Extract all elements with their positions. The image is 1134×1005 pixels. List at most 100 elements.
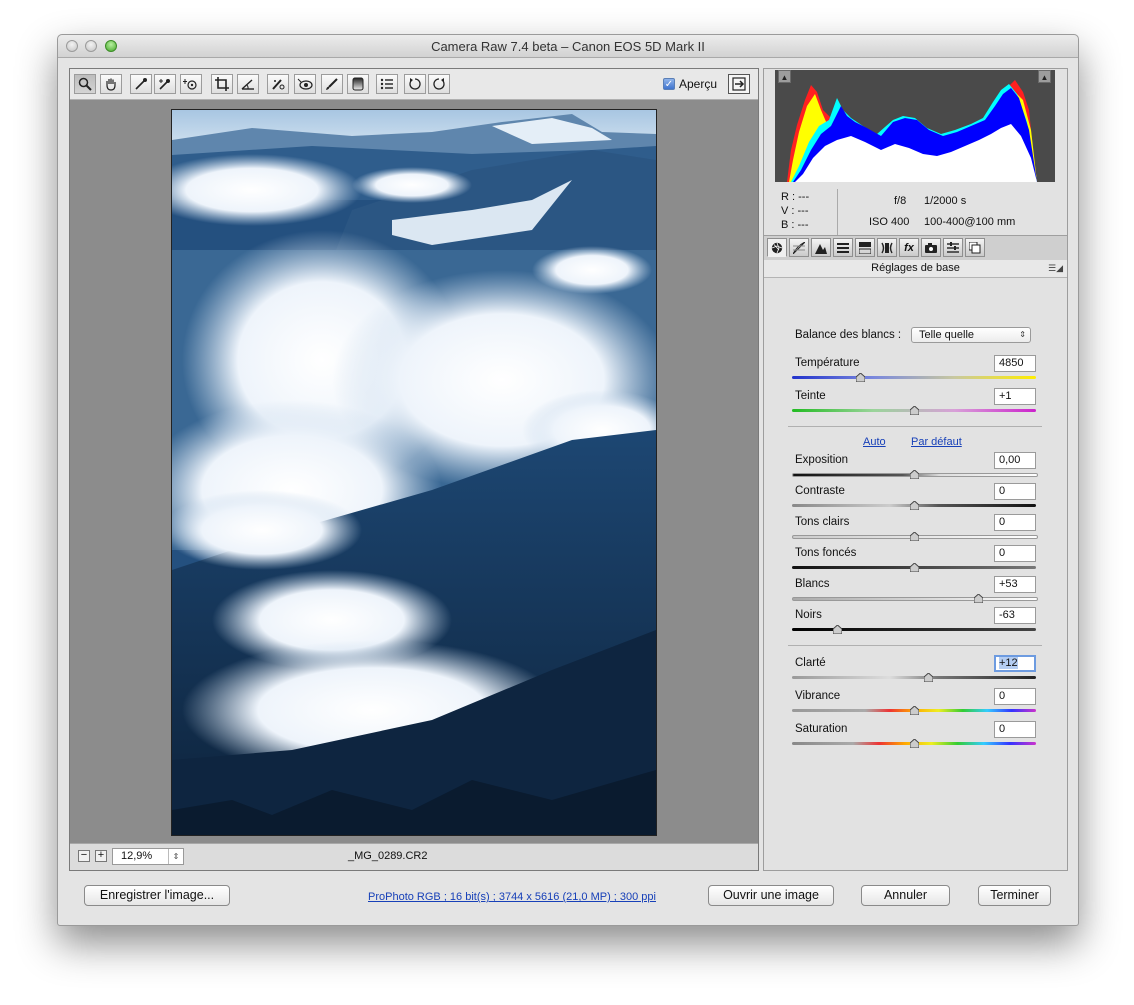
white-balance-select[interactable]: Telle quelle ⇕	[911, 327, 1031, 343]
photo-preview[interactable]	[171, 109, 657, 836]
highlights-field[interactable]: 0	[994, 514, 1036, 531]
section-divider	[788, 645, 1042, 646]
hand-tool-button[interactable]	[100, 74, 122, 94]
panel-menu-icon[interactable]: ☰◢	[1048, 260, 1063, 277]
fx-icon: fx	[904, 241, 914, 254]
vibrance-field[interactable]: 0	[994, 688, 1036, 705]
tab-tone-curve[interactable]	[789, 238, 809, 257]
slider-label-shadows: Tons foncés	[795, 547, 857, 559]
hsl-icon	[837, 242, 849, 253]
lens-focal: 100-400@100 mm	[924, 216, 1016, 228]
preview-panel: ✓ Aperçu − + 12,9% ⇕ _MG_0289.CR2	[69, 68, 759, 871]
camera-icon	[925, 242, 937, 253]
tool-bar: ✓ Aperçu	[70, 69, 758, 100]
contrast-field[interactable]: 0	[994, 483, 1036, 500]
slider-label-tint: Teinte	[795, 390, 826, 402]
blacks-field[interactable]: -63	[994, 607, 1036, 624]
tab-lens-corrections[interactable]	[877, 238, 897, 257]
tint-slider-thumb[interactable]	[909, 406, 919, 415]
exposure-slider-thumb[interactable]	[909, 470, 919, 479]
clarity-field[interactable]: +12	[994, 655, 1036, 672]
whites-slider-track[interactable]	[792, 597, 1038, 601]
clarity-slider-track[interactable]	[792, 676, 1036, 679]
rotate-left-button[interactable]	[404, 74, 426, 94]
temperature-field[interactable]: 4850	[994, 355, 1036, 372]
white-balance-label: Balance des blancs :	[795, 329, 902, 341]
whites-field[interactable]: +53	[994, 576, 1036, 593]
shadows-slider-thumb[interactable]	[909, 563, 919, 572]
clarity-slider-thumb[interactable]	[924, 673, 934, 682]
fullscreen-button[interactable]	[728, 74, 750, 94]
temperature-slider-track[interactable]	[792, 376, 1036, 379]
workflow-options-link[interactable]: ProPhoto RGB ; 16 bit(s) ; 3744 x 5616 (…	[368, 891, 656, 903]
target-adjust-icon	[183, 79, 197, 90]
saturation-field[interactable]: 0	[994, 721, 1036, 738]
slider-label-blacks: Noirs	[795, 609, 822, 621]
saturation-slider-thumb[interactable]	[909, 739, 919, 748]
zoom-tool-button[interactable]	[74, 74, 96, 94]
color-sampler-tool-button[interactable]	[154, 74, 176, 94]
preview-label: Aperçu	[679, 77, 718, 91]
done-button[interactable]: Terminer	[978, 885, 1051, 906]
default-link[interactable]: Par défaut	[911, 436, 962, 448]
preview-checkbox[interactable]: ✓	[663, 78, 675, 90]
highlight-clipping-warning-button[interactable]: ▲	[1038, 70, 1051, 83]
adjustments-panel: ▲ ▲ R : --- V : --- B : --- f/8 1/2000 s…	[763, 68, 1068, 871]
spot-removal-tool-button[interactable]	[267, 74, 289, 94]
crop-tool-button[interactable]	[211, 74, 233, 94]
shadows-field[interactable]: 0	[994, 545, 1036, 562]
graduated-filter-tool-button[interactable]	[347, 74, 369, 94]
blacks-slider-track[interactable]	[792, 628, 1036, 631]
panel-title: Réglages de base ☰◢	[764, 260, 1067, 278]
zoom-in-button[interactable]: +	[95, 850, 107, 862]
tab-effects[interactable]: fx	[899, 238, 919, 257]
histogram	[775, 70, 1055, 182]
contrast-slider-thumb[interactable]	[909, 501, 919, 510]
presets-icon	[947, 241, 959, 253]
cancel-button[interactable]: Annuler	[861, 885, 950, 906]
tab-basic[interactable]	[767, 238, 787, 257]
pixel-info: R : --- V : --- B : --- f/8 1/2000 s ISO…	[764, 187, 1067, 241]
tab-snapshots[interactable]	[965, 238, 985, 257]
section-divider	[788, 426, 1042, 427]
color-sampler-icon	[159, 79, 170, 90]
slider-label-highlights: Tons clairs	[795, 516, 850, 528]
rotate-right-icon	[433, 78, 445, 90]
vibrance-slider-thumb[interactable]	[909, 706, 919, 715]
straighten-icon	[241, 79, 254, 90]
tab-presets[interactable]	[943, 238, 963, 257]
tab-split-toning[interactable]	[855, 238, 875, 257]
red-eye-tool-button[interactable]	[294, 74, 316, 94]
tab-detail[interactable]	[811, 238, 831, 257]
zoom-out-button[interactable]: −	[78, 850, 90, 862]
blacks-slider-thumb[interactable]	[832, 625, 842, 634]
status-bar: − + 12,9% ⇕ _MG_0289.CR2	[70, 843, 758, 870]
straighten-tool-button[interactable]	[237, 74, 259, 94]
tab-hsl[interactable]	[833, 238, 853, 257]
auto-link[interactable]: Auto	[863, 436, 886, 448]
chevron-updown-icon: ⇕	[168, 849, 183, 864]
white-balance-tool-button[interactable]	[130, 74, 152, 94]
aperture: f/8	[894, 195, 907, 207]
r-label: R :	[781, 191, 796, 203]
highlights-slider-thumb[interactable]	[909, 532, 919, 541]
adjustment-brush-tool-button[interactable]	[321, 74, 343, 94]
rgb-readout: R : --- V : --- B : ---	[781, 190, 809, 232]
temperature-slider-thumb[interactable]	[855, 373, 865, 382]
rotate-left-icon	[409, 78, 421, 90]
tab-camera-calibration[interactable]	[921, 238, 941, 257]
rotate-right-button[interactable]	[428, 74, 450, 94]
zoom-level-select[interactable]: 12,9% ⇕	[112, 848, 184, 865]
preferences-tool-button[interactable]	[376, 74, 398, 94]
open-image-button[interactable]: Ouvrir une image	[708, 885, 834, 906]
slider-label-saturation: Saturation	[795, 723, 848, 735]
whites-slider-thumb[interactable]	[974, 594, 984, 603]
exposure-field[interactable]: 0,00	[994, 452, 1036, 469]
preview-toggle[interactable]: ✓ Aperçu	[663, 77, 717, 91]
save-image-button[interactable]: Enregistrer l'image...	[84, 885, 230, 906]
targeted-adjustment-tool-button[interactable]	[180, 74, 202, 94]
slider-label-temperature: Température	[795, 357, 860, 369]
shadow-clipping-warning-button[interactable]: ▲	[778, 70, 791, 83]
tint-field[interactable]: +1	[994, 388, 1036, 405]
title-bar: Camera Raw 7.4 beta – Canon EOS 5D Mark …	[58, 35, 1078, 58]
